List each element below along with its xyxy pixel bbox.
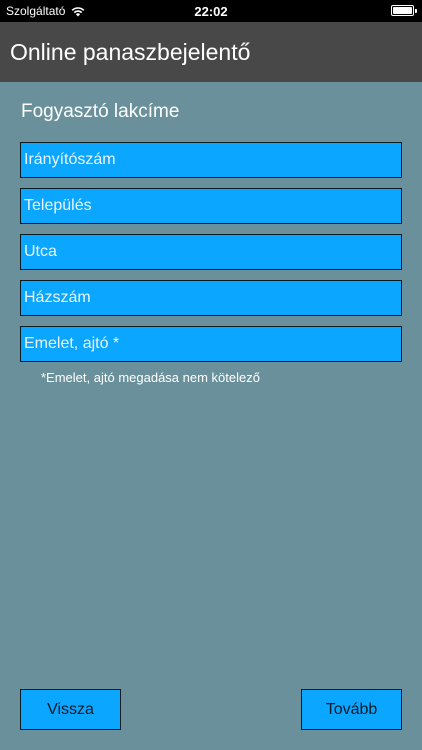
- nav-bar: Online panaszbejelentő: [0, 22, 422, 82]
- battery-icon: [391, 5, 417, 16]
- battery-nub: [415, 9, 417, 13]
- battery-level: [393, 7, 412, 14]
- optional-field-note: *Emelet, ajtó megadása nem kötelező: [41, 370, 260, 385]
- carrier-label: Szolgáltató: [6, 4, 66, 18]
- next-button[interactable]: Tovább: [301, 689, 402, 730]
- carrier-group: Szolgáltató: [6, 4, 85, 18]
- floor-door-input[interactable]: [20, 326, 402, 362]
- back-button[interactable]: Vissza: [20, 689, 121, 730]
- house-number-input[interactable]: [20, 280, 402, 316]
- page-title: Online panaszbejelentő: [10, 38, 251, 65]
- status-bar: Szolgáltató 22:02: [0, 0, 422, 22]
- settlement-input[interactable]: [20, 188, 402, 224]
- postal-code-input[interactable]: [20, 142, 402, 178]
- wifi-icon: [71, 6, 85, 16]
- section-title: Fogyasztó lakcíme: [21, 101, 180, 122]
- street-input[interactable]: [20, 234, 402, 270]
